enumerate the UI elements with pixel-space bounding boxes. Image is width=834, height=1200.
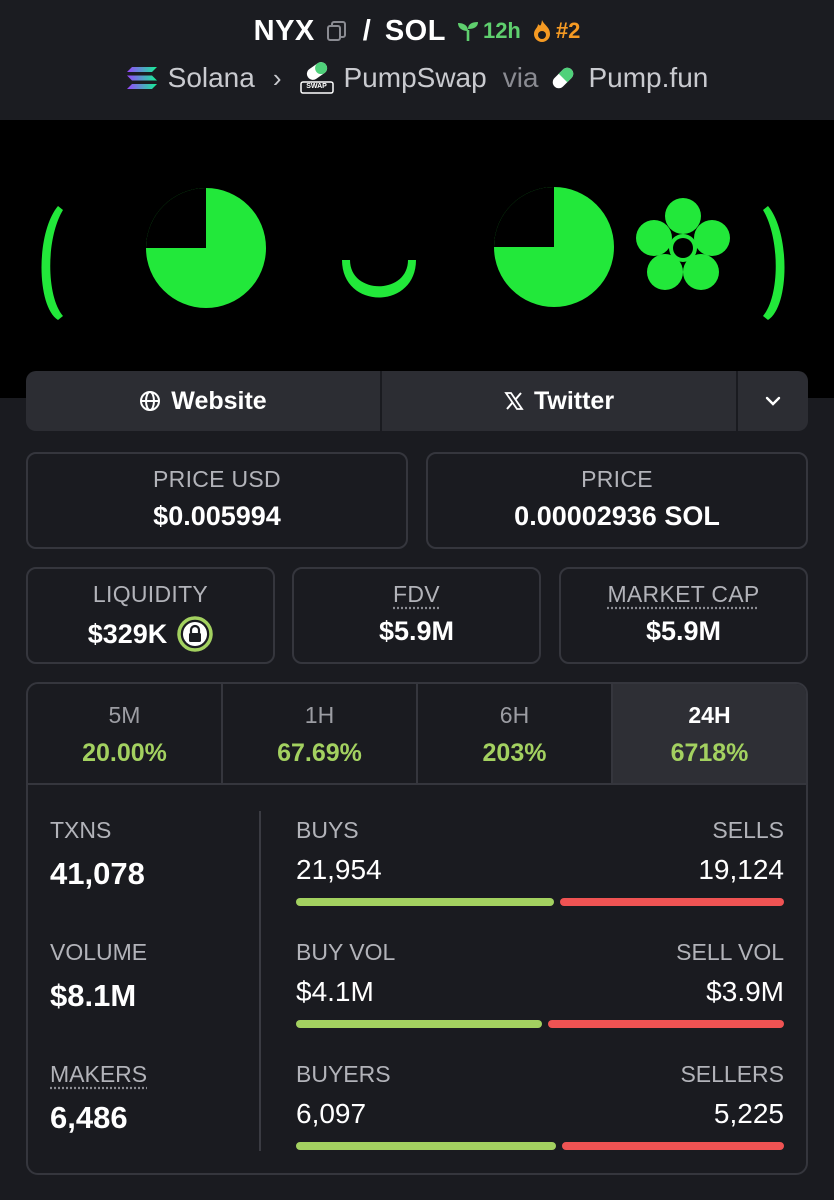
liquidity-value: $329K <box>87 618 168 649</box>
volume-stat: VOLUME $8.1M <box>50 939 147 1014</box>
buys-label: BUYS <box>296 817 359 843</box>
pumpfun-pill-icon <box>553 67 574 89</box>
sell-bar-fill <box>559 898 784 906</box>
buy-vol-label: BUY VOL <box>296 939 396 965</box>
buy-bar-fill <box>296 898 554 906</box>
buyers-bar-fill <box>296 1142 556 1150</box>
sellers-label: SELLERS <box>680 1061 784 1087</box>
twitter-label: Twitter <box>533 386 615 415</box>
sells-value: 19,124 <box>698 854 784 885</box>
buyers-label: BUYERS <box>296 1061 391 1087</box>
txns-split: BUYS SELLS 21,954 19,124 <box>296 817 784 906</box>
social-links-bar: Website Twitter <box>26 371 808 431</box>
stats-divider <box>259 811 261 1151</box>
performance-panel: 5M 20.00% 1H 67.69% 6H 203% 24H 6718% TX… <box>26 682 808 1175</box>
kaomoji-banner-art <box>41 187 785 320</box>
price-native-value: 0.00002936 SOL <box>514 501 720 531</box>
period-tabs: 5M 20.00% 1H 67.69% 6H 203% 24H 6718% <box>28 684 806 785</box>
pair-separator: / <box>362 14 371 47</box>
volume-value: $8.1M <box>50 978 137 1013</box>
twitter-button[interactable]: Twitter <box>382 371 738 431</box>
buy-vol-bar-fill <box>296 1020 542 1028</box>
tab-change: 203% <box>482 739 547 767</box>
sell-vol-label: SELL VOL <box>676 939 784 965</box>
fdv-label[interactable]: FDV <box>294 581 539 608</box>
sells-label: SELLS <box>712 817 784 843</box>
chain-link[interactable]: Solana <box>168 62 255 94</box>
market-cap-value: $5.9M <box>645 616 722 646</box>
sell-vol-value: $3.9M <box>706 976 784 1007</box>
market-cap-card: MARKET CAP $5.9M <box>559 567 808 664</box>
pumpswap-logo-icon: SWAP <box>299 61 334 95</box>
sell-vol-bar-fill <box>547 1020 784 1028</box>
stats-area: TXNS 41,078 VOLUME $8.1M MAKERS 6,486 BU… <box>28 785 806 1173</box>
x-logo-icon <box>504 392 524 410</box>
buy-sell-bar <box>296 898 784 906</box>
base-symbol: NYX <box>253 14 315 47</box>
tab-label: 5M <box>108 702 141 728</box>
makers-label[interactable]: MAKERS <box>50 1061 147 1088</box>
breadcrumb: Solana › SWAP PumpSwap via Pump.fun <box>0 56 834 100</box>
solana-logo-icon <box>126 67 157 89</box>
txns-stat: TXNS 41,078 <box>50 817 145 892</box>
token-banner-image <box>0 120 834 398</box>
price-usd-label: PRICE USD <box>153 466 281 492</box>
chevron-down-icon <box>765 396 781 406</box>
liquidity-value-row: $329K <box>28 616 273 652</box>
more-links-button[interactable] <box>738 371 808 431</box>
trending-rank-badge[interactable]: #2 <box>531 18 580 44</box>
tab-label: 24H <box>688 702 731 728</box>
makers-stat: MAKERS 6,486 <box>50 1061 147 1136</box>
price-native-label: PRICE <box>581 466 653 492</box>
liquidity-label: LIQUIDITY <box>92 581 209 607</box>
copy-icon[interactable] <box>325 19 349 43</box>
price-usd-value: $0.005994 <box>153 501 281 531</box>
buys-value: 21,954 <box>296 854 382 885</box>
pair-header: NYX / SOL 12h #2 Solana › SWAP PumpSwap … <box>0 0 834 120</box>
pair-age-badge: 12h <box>456 18 521 44</box>
tab-label: 1H <box>304 702 335 728</box>
buy-vol-value: $4.1M <box>296 976 374 1007</box>
website-label: Website <box>171 386 267 415</box>
tab-5m[interactable]: 5M 20.00% <box>28 684 223 783</box>
pair-age: 12h <box>482 18 521 43</box>
quote-symbol: SOL <box>384 14 446 47</box>
fdv-value: $5.9M <box>378 616 455 646</box>
globe-icon <box>140 391 161 411</box>
sellers-bar-fill <box>561 1142 784 1150</box>
via-label: via <box>502 62 539 93</box>
launchpad-link[interactable]: Pump.fun <box>588 62 708 94</box>
buyers-value: 6,097 <box>296 1098 367 1129</box>
buy-sell-vol-bar <box>296 1020 784 1028</box>
pumpswap-badge-text: SWAP <box>306 83 327 90</box>
price-native-card: PRICE 0.00002936 SOL <box>426 452 808 549</box>
pair-title-row: NYX / SOL 12h #2 <box>0 10 834 52</box>
tab-24h[interactable]: 24H 6718% <box>613 684 806 783</box>
tab-label: 6H <box>499 702 530 728</box>
tab-1h[interactable]: 1H 67.69% <box>223 684 418 783</box>
trending-rank: #2 <box>555 18 581 43</box>
tab-change: 67.69% <box>277 739 362 767</box>
sellers-value: 5,225 <box>713 1098 784 1129</box>
txns-value: 41,078 <box>50 856 145 891</box>
dex-link[interactable]: PumpSwap <box>344 62 487 94</box>
tab-change: 6718% <box>670 739 749 767</box>
lock-icon[interactable] <box>177 616 214 652</box>
tab-change: 20.00% <box>82 739 167 767</box>
chevron-right-icon: › <box>272 62 282 93</box>
makers-split: BUYERS SELLERS 6,097 5,225 <box>296 1061 784 1150</box>
website-button[interactable]: Website <box>26 371 382 431</box>
buyers-sellers-bar <box>296 1142 784 1150</box>
tab-6h[interactable]: 6H 203% <box>418 684 613 783</box>
seedling-icon <box>457 22 478 41</box>
price-usd-card: PRICE USD $0.005994 <box>26 452 408 549</box>
volume-label: VOLUME <box>50 939 148 965</box>
flame-icon <box>533 20 550 42</box>
makers-value: 6,486 <box>50 1100 128 1135</box>
market-cap-label[interactable]: MARKET CAP <box>561 581 806 608</box>
liquidity-card: LIQUIDITY $329K <box>26 567 275 664</box>
fdv-card: FDV $5.9M <box>292 567 541 664</box>
txns-label: TXNS <box>50 817 112 843</box>
volume-split: BUY VOL SELL VOL $4.1M $3.9M <box>296 939 784 1028</box>
